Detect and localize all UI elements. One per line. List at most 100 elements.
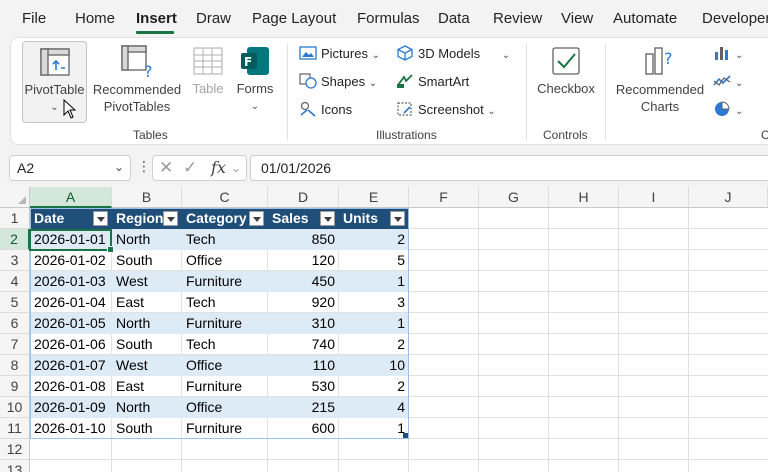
table-cell-region[interactable]: South (112, 418, 182, 439)
column-header-e[interactable]: E (339, 187, 409, 208)
table-cell-sales[interactable]: 740 (268, 334, 339, 355)
column-header-h[interactable]: H (549, 187, 619, 208)
table-cell-units[interactable]: 2 (339, 376, 409, 397)
pictures-button[interactable]: Pictures ⌄ (299, 44, 380, 64)
tab-page-layout[interactable]: Page Layout (252, 10, 336, 27)
table-cell-date[interactable]: 2026-01-04 (30, 292, 112, 313)
table-cell-region[interactable]: West (112, 271, 182, 292)
table-cell-sales[interactable]: 450 (268, 271, 339, 292)
table-cell-category[interactable]: Office (182, 355, 268, 376)
column-header-b[interactable]: B (112, 187, 182, 208)
table-cell-category[interactable]: Tech (182, 292, 268, 313)
spreadsheet-grid[interactable]: A B C D E F G H I J 1 2 3 4 5 6 7 8 9 10… (0, 187, 768, 472)
table-cell-region[interactable]: West (112, 355, 182, 376)
table-cell-units[interactable]: 2 (339, 229, 409, 250)
row-header-12[interactable]: 12 (0, 439, 30, 460)
row-header-11[interactable]: 11 (0, 418, 30, 439)
table-cell-date[interactable]: 2026-01-01 (30, 229, 112, 250)
recommended-charts-button[interactable]: ? Recommended Charts (614, 41, 706, 123)
table-cell-region[interactable]: East (112, 376, 182, 397)
table-cell-units[interactable]: 1 (339, 313, 409, 334)
tab-view[interactable]: View (561, 10, 593, 27)
table-cell-units[interactable]: 1 (339, 418, 409, 439)
table-cell-sales[interactable]: 920 (268, 292, 339, 313)
enter-check-icon[interactable]: ✓ (183, 158, 197, 178)
insert-function-button[interactable]: fx (211, 158, 226, 177)
name-box[interactable]: A2 ⌄ (9, 155, 131, 181)
table-resize-handle[interactable] (403, 433, 408, 438)
table-cell-sales[interactable]: 850 (268, 229, 339, 250)
row-header-1[interactable]: 1 (0, 208, 30, 229)
table-cell-date[interactable]: 2026-01-10 (30, 418, 112, 439)
table-button[interactable]: Table (186, 41, 230, 123)
table-cell-sales[interactable]: 530 (268, 376, 339, 397)
tab-insert[interactable]: Insert (136, 10, 177, 27)
tab-review[interactable]: Review (493, 10, 542, 27)
column-chart-button[interactable]: ⌄ (713, 44, 743, 64)
column-header-g[interactable]: G (479, 187, 549, 208)
tab-file[interactable]: File (22, 10, 46, 27)
line-chart-button[interactable]: ⌄ (713, 72, 743, 92)
table-cell-units[interactable]: 5 (339, 250, 409, 271)
forms-button[interactable]: F Forms ⌄ (233, 41, 277, 123)
table-cell-category[interactable]: Furniture (182, 271, 268, 292)
more-options-icon[interactable]: ⋮ (137, 158, 151, 175)
table-cell-category[interactable]: Furniture (182, 418, 268, 439)
filter-dropdown-date[interactable] (93, 211, 108, 226)
filter-dropdown-units[interactable] (390, 211, 405, 226)
table-cell-sales[interactable]: 215 (268, 397, 339, 418)
table-cell-units[interactable]: 4 (339, 397, 409, 418)
tab-data[interactable]: Data (438, 10, 470, 27)
screenshot-button[interactable]: Screenshot ⌄ (396, 100, 496, 120)
icons-button[interactable]: Icons (299, 100, 352, 120)
shapes-button[interactable]: Shapes ⌄ (299, 72, 377, 92)
checkbox-button[interactable]: Checkbox (535, 41, 597, 123)
chevron-down-icon[interactable]: ⌄ (231, 161, 241, 175)
row-header-7[interactable]: 7 (0, 334, 30, 355)
tab-automate[interactable]: Automate (613, 10, 677, 27)
table-cell-region[interactable]: South (112, 250, 182, 271)
row-header-2[interactable]: 2 (0, 229, 30, 250)
pie-chart-button[interactable]: ⌄ (713, 100, 743, 120)
smartart-button[interactable]: SmartArt (396, 72, 469, 92)
table-cell-category[interactable]: Office (182, 250, 268, 271)
column-header-j[interactable]: J (689, 187, 768, 208)
row-header-5[interactable]: 5 (0, 292, 30, 313)
table-cell-sales[interactable]: 310 (268, 313, 339, 334)
row-header-3[interactable]: 3 (0, 250, 30, 271)
column-header-d[interactable]: D (268, 187, 339, 208)
recommended-pivottables-button[interactable]: ? Recommended PivotTables (91, 41, 183, 123)
3d-models-button[interactable]: 3D Models ⌄ (396, 44, 510, 64)
column-header-a[interactable]: A (30, 187, 112, 208)
table-cell-date[interactable]: 2026-01-06 (30, 334, 112, 355)
filter-dropdown-category[interactable] (249, 211, 264, 226)
table-cell-date[interactable]: 2026-01-05 (30, 313, 112, 334)
table-cell-region[interactable]: North (112, 229, 182, 250)
table-cell-region[interactable]: North (112, 313, 182, 334)
table-cell-units[interactable]: 10 (339, 355, 409, 376)
tab-draw[interactable]: Draw (196, 10, 231, 27)
table-cell-units[interactable]: 1 (339, 271, 409, 292)
filter-dropdown-region[interactable] (163, 211, 178, 226)
column-header-f[interactable]: F (409, 187, 479, 208)
select-all-button[interactable] (0, 187, 30, 208)
table-cell-units[interactable]: 2 (339, 334, 409, 355)
table-cell-category[interactable]: Furniture (182, 313, 268, 334)
row-header-8[interactable]: 8 (0, 355, 30, 376)
column-header-c[interactable]: C (182, 187, 268, 208)
table-cell-date[interactable]: 2026-01-07 (30, 355, 112, 376)
table-cell-date[interactable]: 2026-01-08 (30, 376, 112, 397)
row-header-10[interactable]: 10 (0, 397, 30, 418)
table-cell-sales[interactable]: 110 (268, 355, 339, 376)
tab-home[interactable]: Home (75, 10, 115, 27)
tab-developer[interactable]: Developer (702, 10, 768, 27)
table-cell-sales[interactable]: 600 (268, 418, 339, 439)
row-header-4[interactable]: 4 (0, 271, 30, 292)
cancel-icon[interactable]: ✕ (159, 158, 173, 178)
row-header-9[interactable]: 9 (0, 376, 30, 397)
row-header-6[interactable]: 6 (0, 313, 30, 334)
pivottable-button[interactable]: PivotTable ⌄ (22, 41, 87, 123)
tab-formulas[interactable]: Formulas (357, 10, 420, 27)
table-cell-sales[interactable]: 120 (268, 250, 339, 271)
filter-dropdown-sales[interactable] (320, 211, 335, 226)
